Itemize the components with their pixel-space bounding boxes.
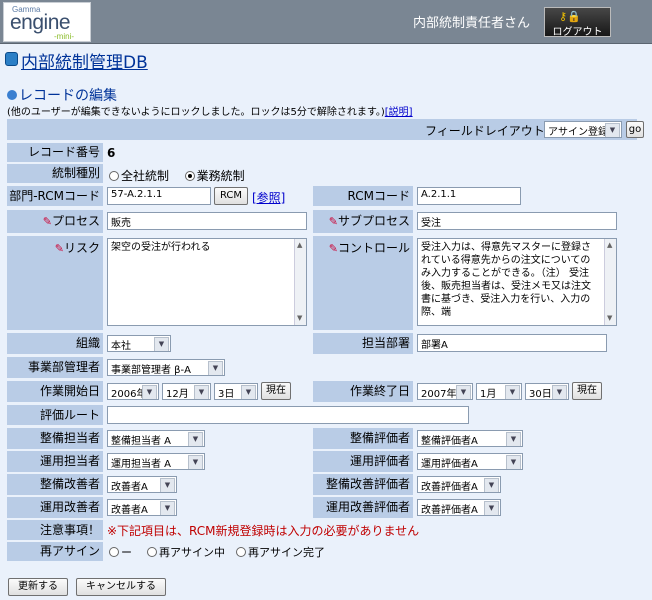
bullet-icon [7,90,17,100]
end-now-button[interactable]: 現在 [572,382,602,400]
scrollbar[interactable] [294,239,306,325]
process-label: ✎プロセス [7,210,103,233]
setup-imp-eval-label: 整備改善評価者 [313,474,413,495]
op-improver-select[interactable]: 改善者A [107,499,177,516]
dept-rcm-label: 部門-RCMコード [7,186,103,206]
setup-imp-eval-select[interactable]: 改善評価者A [417,476,501,493]
end-date-label: 作業終了日 [313,381,413,402]
op-imp-eval-label: 運用改善評価者 [313,497,413,518]
radio-reassign-in-progress[interactable]: 再アサイン中 [147,546,225,559]
control-label: ✎コントロール [313,236,413,330]
start-month-select[interactable]: 12月 [162,383,211,400]
reference-link[interactable]: [参照] [252,189,285,206]
rcm-code-label: RCMコード [313,186,413,206]
logout-button[interactable]: ⚷🔒 ログアウト [544,7,611,38]
layout-select[interactable]: アサイン登録 [544,121,622,138]
op-eval-select[interactable]: 運用評価者A [417,453,523,470]
caution-text: ※下記項目は、RCM新規登録時は入力の必要がありません [107,524,420,538]
eval-route-label: 評価ルート [7,405,103,425]
gamma-engine-logo: Gamma engine -mini- [3,2,91,42]
pencil-icon: ✎ [42,215,52,228]
scrollbar[interactable] [604,239,616,325]
risk-textarea[interactable]: 架空の受注が行われる [107,238,307,326]
setup-owner-label: 整備担当者 [7,428,103,449]
rcm-button[interactable]: RCM [214,187,248,205]
radio-company-wide[interactable]: 全社統制 [109,169,169,183]
pencil-icon: ✎ [328,242,338,255]
control-textarea[interactable]: 受注入力は、得意先マスターに登録されている得意先からの注文についてのみ入力するこ… [417,238,617,326]
reassign-radio-group: ー 再アサイン中 再アサイン完了 [109,544,325,560]
field-layout-bar: フィールドレイアウト アサイン登録 go [7,119,644,140]
end-month-select[interactable]: 1月 [476,383,522,400]
biz-manager-select[interactable]: 事業部管理者 β-A [107,359,225,376]
op-improver-label: 運用改善者 [7,497,103,518]
setup-eval-label: 整備評価者 [313,428,413,449]
control-type-radio-group: 全社統制 業務統制 [109,167,245,184]
subprocess-label: ✎サブプロセス [313,210,413,233]
op-owner-label: 運用担当者 [7,451,103,472]
lock-note: (他のユーザーが編集できないようにロックしました。ロックは5分で解除されます。)… [7,107,413,118]
op-imp-eval-select[interactable]: 改善評価者A [417,499,501,516]
org-label: 組織 [7,333,103,354]
radio-reassign-done[interactable]: 再アサイン完了 [236,546,325,559]
dept-label: 担当部署 [313,333,413,354]
end-year-select[interactable]: 2007年 [417,383,473,400]
pencil-icon: ✎ [328,215,338,228]
start-day-select[interactable]: 3日 [214,383,258,400]
record-no-value: 6 [107,146,116,160]
rcm-code-input[interactable]: A.2.1.1 [417,187,521,205]
section-title: レコードの編集 [7,85,117,105]
subprocess-input[interactable]: 受注 [417,212,617,230]
update-button[interactable]: 更新する [8,578,68,596]
biz-manager-label: 事業部管理者 [7,357,103,378]
op-eval-label: 運用評価者 [313,451,413,472]
setup-owner-select[interactable]: 整備担当者 A [107,430,205,447]
go-button[interactable]: go [626,121,644,138]
op-owner-select[interactable]: 運用担当者 A [107,453,205,470]
radio-reassign-none[interactable]: ー [109,546,132,559]
start-date-label: 作業開始日 [7,381,103,402]
risk-label: ✎リスク [7,236,103,330]
end-day-select[interactable]: 30日 [525,383,569,400]
setup-improver-label: 整備改善者 [7,474,103,495]
control-type-label: 統制種別 [7,164,103,183]
start-now-button[interactable]: 現在 [261,382,291,400]
record-no-label: レコード番号 [7,143,103,162]
key-lock-icon: ⚷🔒 [559,10,581,23]
radio-business[interactable]: 業務統制 [184,169,245,183]
dept-rcm-input[interactable]: 57-A.2.1.1 [107,187,211,205]
start-year-select[interactable]: 2006年 [107,383,159,400]
eval-route-input[interactable] [107,406,469,424]
dept-input[interactable]: 部署A [417,334,607,352]
current-user-name: 内部統制責任者さん [413,16,531,31]
reassign-label: 再アサイン [7,542,103,561]
cancel-button[interactable]: キャンセルする [76,578,166,596]
setup-improver-select[interactable]: 改善者A [107,476,177,493]
org-select[interactable]: 本社 [107,335,171,352]
caution-label: 注意事項！ [7,520,103,540]
process-input[interactable]: 販売 [107,212,307,230]
setup-eval-select[interactable]: 整備評価者A [417,430,523,447]
app-header: Gamma engine -mini- 内部統制責任者さん ⚷🔒 ログアウト [0,0,652,44]
database-icon [5,52,18,66]
pencil-icon: ✎ [54,242,64,255]
help-link[interactable]: [説明] [385,107,413,118]
